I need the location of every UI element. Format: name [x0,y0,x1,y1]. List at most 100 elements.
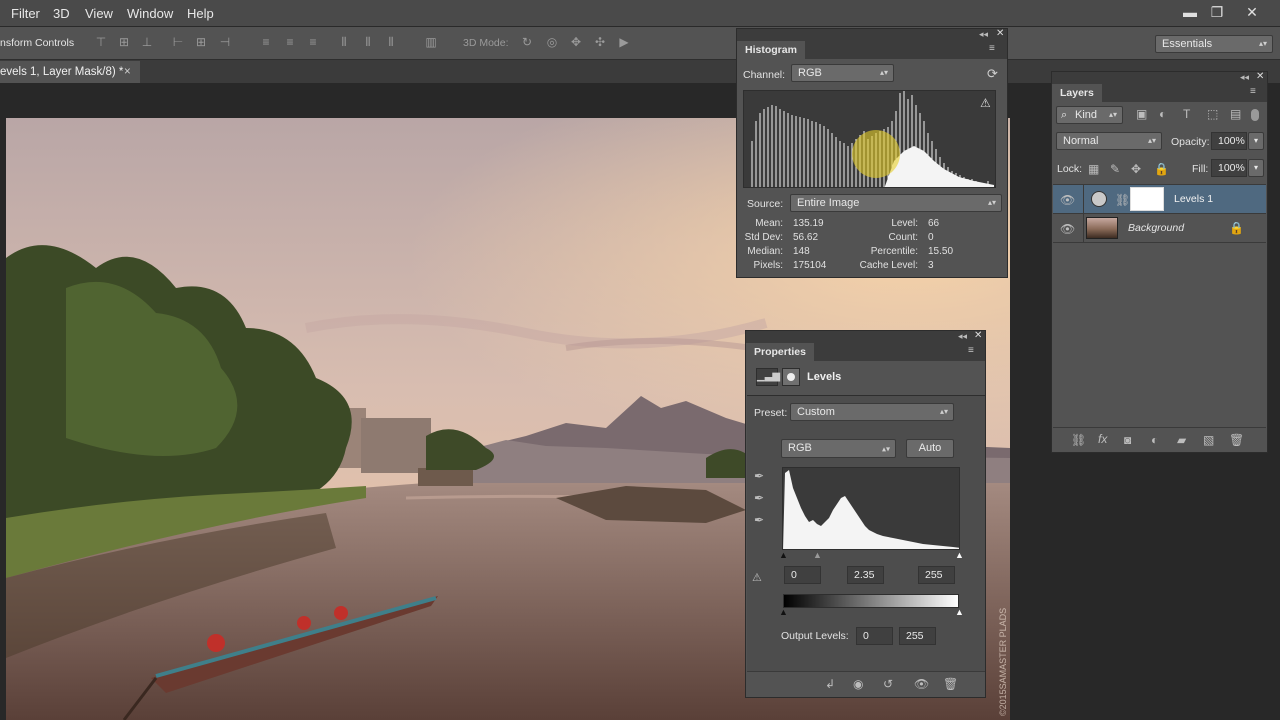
filter-toggle[interactable] [1251,109,1259,121]
input-black-slider[interactable]: ▲ [779,550,788,560]
eye-icon[interactable]: 👁 [1060,222,1075,236]
black-eyedropper-icon[interactable]: ✒ [754,469,764,483]
filter-type-icon[interactable]: T [1183,107,1190,121]
add-mask-icon[interactable]: ◙ [1124,433,1131,447]
layer-row-background[interactable]: 👁 Background 🔒 [1053,214,1266,243]
link-icon[interactable]: ⛓ [1115,193,1130,207]
input-gamma-field[interactable]: 2.35 [847,566,884,584]
filter-smartobject-icon[interactable]: ▤ [1230,107,1241,121]
clipping-warning-icon[interactable]: ⚠ [752,571,762,584]
reset-icon[interactable]: ↺ [883,677,893,691]
menu-window[interactable]: Window [127,0,173,27]
gray-eyedropper-icon[interactable]: ✒ [754,491,764,505]
layer-name[interactable]: Levels 1 [1174,193,1213,205]
align-hcenter-icon[interactable]: ⊞ [194,35,208,49]
delete-icon[interactable]: 🗑 [943,677,958,691]
menu-help[interactable]: Help [187,0,214,27]
panel-menu-icon[interactable]: ≡ [1250,86,1256,97]
layer-mask-thumbnail[interactable] [1130,187,1164,211]
3d-slide-icon[interactable]: ✣ [593,35,607,49]
distribute-left-icon[interactable]: ⦀ [337,35,351,49]
levels-histogram[interactable] [782,467,960,550]
layer-row-levels1[interactable]: 👁 ⛓ Levels 1 [1053,185,1266,214]
transform-controls-label[interactable]: nsform Controls [0,37,74,49]
input-white-field[interactable]: 255 [918,566,955,584]
clip-to-layer-icon[interactable]: ↲ [825,677,835,691]
3d-scale-icon[interactable]: ▶ [617,35,631,49]
collapse-icon[interactable]: ◂◂ [979,29,988,40]
auto-align-icon[interactable]: ▥ [424,35,438,49]
align-bottom-icon[interactable]: ⊥ [140,35,154,49]
histogram-tab[interactable]: Histogram [737,41,805,59]
collapse-icon[interactable]: ◂◂ [958,331,967,342]
levels-channel-dropdown[interactable]: RGB ▴▾ [781,439,896,458]
panel-menu-icon[interactable]: ≡ [989,43,995,54]
link-layers-icon[interactable]: ⛓ [1071,433,1086,447]
input-gamma-slider[interactable]: ▲ [813,550,822,560]
lock-transparent-icon[interactable]: ▦ [1088,162,1099,176]
distribute-right-icon[interactable]: ⦀ [384,35,398,49]
new-group-icon[interactable]: ▰ [1177,433,1186,447]
close-tab-icon[interactable]: × [124,61,131,83]
close-window-button[interactable]: ✕ [1240,2,1264,22]
refresh-icon[interactable]: ⟳ [987,66,998,82]
collapse-icon[interactable]: ◂◂ [1240,72,1249,83]
fill-field[interactable]: 100% [1211,159,1247,177]
panel-close-icon[interactable]: ✕ [974,330,982,341]
panel-close-icon[interactable]: ✕ [996,28,1004,39]
warning-icon[interactable]: ⚠ [980,96,991,110]
workspace-dropdown[interactable]: Essentials ▴▾ [1155,35,1273,53]
distribute-vcenter-icon[interactable]: ≡ [283,35,297,49]
restore-button[interactable]: ❐ [1205,2,1229,22]
3d-rotate-icon[interactable]: ↻ [520,35,534,49]
eye-icon[interactable]: 👁 [1060,193,1075,207]
document-tab[interactable]: evels 1, Layer Mask/8) * × [0,61,140,83]
align-left-icon[interactable]: ⊢ [171,35,185,49]
align-right-icon[interactable]: ⊣ [218,35,232,49]
input-white-slider[interactable]: ▲ [955,550,964,560]
distribute-hcenter-icon[interactable]: ⦀ [361,35,375,49]
blend-mode-dropdown[interactable]: Normal ▴▾ [1056,132,1162,150]
delete-layer-icon[interactable]: 🗑 [1229,433,1244,447]
opacity-dropdown-arrow[interactable]: ▾ [1248,132,1264,150]
menu-3d[interactable]: 3D [53,0,70,27]
source-dropdown[interactable]: Entire Image ▴▾ [790,194,1002,212]
layer-filter-dropdown[interactable]: ⌕ Kind ▴▾ [1056,106,1123,124]
auto-button[interactable]: Auto [906,439,954,458]
lock-all-icon[interactable]: 🔒 [1154,162,1169,176]
menu-filter[interactable]: Filter [11,0,40,27]
new-adjustment-icon[interactable]: ◐ [1151,433,1158,447]
lock-image-icon[interactable]: ✎ [1110,162,1120,176]
opacity-field[interactable]: 100% [1211,132,1247,150]
layer-name[interactable]: Background [1128,222,1184,234]
visibility-icon[interactable]: 👁 [914,677,929,691]
fill-dropdown-arrow[interactable]: ▾ [1248,159,1264,177]
distribute-bottom-icon[interactable]: ≡ [306,35,320,49]
output-black-field[interactable]: 0 [856,627,893,645]
panel-close-icon[interactable]: ✕ [1256,71,1264,82]
3d-pan-icon[interactable]: ✥ [569,35,583,49]
fx-icon[interactable]: fx [1098,432,1107,446]
align-vcenter-icon[interactable]: ⊞ [117,35,131,49]
filter-adjustment-icon[interactable]: ◐ [1159,107,1166,121]
mask-icon[interactable] [782,368,800,386]
preset-dropdown[interactable]: Custom ▴▾ [790,403,954,421]
output-black-slider[interactable]: ▲ [779,607,788,617]
panel-menu-icon[interactable]: ≡ [968,345,974,356]
filter-pixel-icon[interactable]: ▣ [1136,107,1147,121]
menu-view[interactable]: View [85,0,113,27]
new-layer-icon[interactable]: ▧ [1203,433,1214,447]
view-previous-icon[interactable]: ◉ [853,677,863,691]
background-thumbnail[interactable] [1086,217,1118,239]
align-top-icon[interactable]: ⊤ [94,35,108,49]
white-eyedropper-icon[interactable]: ✒ [754,513,764,527]
input-black-field[interactable]: 0 [784,566,821,584]
layers-tab[interactable]: Layers [1052,84,1102,102]
histogram-graph[interactable]: ⚠ [743,90,996,188]
output-white-slider[interactable]: ▲ [955,607,964,617]
filter-shape-icon[interactable]: ⬚ [1207,107,1218,121]
properties-tab[interactable]: Properties [746,343,814,361]
lock-position-icon[interactable]: ✥ [1131,162,1141,176]
output-white-field[interactable]: 255 [899,627,936,645]
channel-dropdown[interactable]: RGB ▴▾ [791,64,894,82]
